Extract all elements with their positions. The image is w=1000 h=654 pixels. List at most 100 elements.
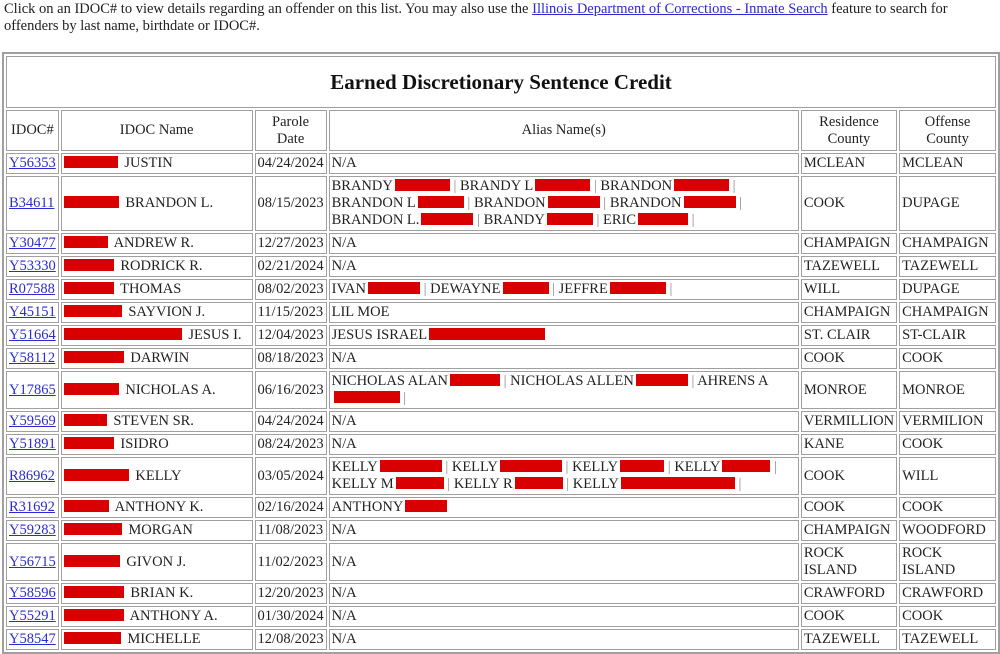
redaction-bar — [63, 609, 124, 621]
idoc-link[interactable]: Y58596 — [9, 585, 56, 601]
redaction-bar — [63, 156, 118, 168]
offender-name: KELLY — [135, 467, 182, 484]
redaction-bar — [683, 196, 736, 208]
alias-name: BRANDON L. — [331, 212, 420, 228]
alias-cell: NICHOLAS ALAN | NICHOLAS ALLEN | AHRENS … — [328, 371, 799, 409]
idoc-cell: Y53330 — [6, 256, 59, 277]
alias-value: N/A — [331, 436, 357, 452]
alias-separator: | — [691, 373, 695, 389]
offense-county: COOK — [899, 434, 996, 455]
redaction-bar — [502, 282, 549, 294]
idoc-link[interactable]: B34611 — [9, 195, 54, 211]
idoc-link[interactable]: R31692 — [9, 499, 55, 515]
idoc-link[interactable]: Y56715 — [9, 554, 56, 570]
alias-name: NICHOLAS ALAN — [331, 373, 449, 389]
idoc-link[interactable]: Y51664 — [9, 327, 56, 343]
idoc-link[interactable]: R86962 — [9, 468, 55, 484]
alias-cell: N/A — [328, 520, 799, 541]
idoc-cell: B34611 — [6, 176, 59, 231]
idoc-link[interactable]: R07588 — [9, 281, 55, 297]
redaction-bar — [63, 554, 120, 567]
parole-date: 04/24/2024 — [254, 411, 327, 432]
parole-date: 06/16/2023 — [254, 371, 327, 409]
alias-value: N/A — [331, 585, 357, 601]
redaction-bar — [546, 213, 593, 225]
alias-cell: N/A — [328, 153, 799, 174]
inmate-search-link[interactable]: Illinois Department of Corrections - Inm… — [532, 1, 828, 17]
alias-cell: LIL MOE — [328, 302, 799, 323]
idoc-cell: Y59283 — [6, 520, 59, 541]
redaction-bar — [63, 259, 114, 271]
alias-separator: | — [403, 390, 407, 406]
table-row: Y59569 STEVEN SR. 04/24/2024 N/A VERMILLION… — [6, 411, 996, 432]
alias-separator: | — [738, 476, 742, 492]
redaction-bar — [514, 477, 563, 489]
idoc-link[interactable]: Y59283 — [9, 522, 56, 538]
idoc-link[interactable]: Y30477 — [9, 235, 56, 251]
parole-date: 01/30/2024 — [254, 606, 327, 627]
alias-separator: | — [565, 459, 569, 475]
alias-name: KELLY — [451, 459, 498, 475]
idoc-link[interactable]: Y51891 — [9, 436, 56, 452]
alias-separator: | — [667, 459, 671, 475]
residence-county: TAZEWELL — [800, 256, 898, 277]
table-row: Y51891 ISIDRO 08/24/2023 N/A KANE COOK — [6, 434, 996, 455]
offense-county: CRAWFORD — [899, 583, 996, 604]
offense-county: MCLEAN — [899, 153, 996, 174]
idoc-link[interactable]: Y59569 — [9, 413, 56, 429]
alias-name: BRANDY — [483, 212, 545, 228]
idoc-cell: Y17865 — [6, 371, 59, 409]
offender-name: MICHELLE — [127, 631, 201, 647]
alias-name: KELLY — [572, 476, 619, 492]
redaction-bar — [535, 179, 591, 191]
redaction-bar — [674, 179, 730, 191]
idoc-name-cell: ANTHONY A. — [60, 606, 253, 627]
idoc-name-cell: THOMAS — [60, 279, 253, 300]
parole-date: 08/02/2023 — [254, 279, 327, 300]
idoc-link[interactable]: Y17865 — [9, 382, 56, 398]
residence-county: COOK — [800, 176, 898, 231]
alias-name: DEWAYNE — [430, 281, 501, 297]
offender-name: ANTHONY A. — [129, 608, 218, 624]
table-row: Y17865 NICHOLAS A. 06/16/2023 NICHOLAS ALA… — [6, 371, 996, 409]
alias-value: N/A — [331, 522, 357, 538]
parole-date: 04/24/2024 — [254, 153, 327, 174]
parole-date: 02/16/2024 — [254, 497, 327, 518]
offender-name: ANTHONY K. — [114, 499, 204, 515]
redaction-bar — [63, 328, 182, 340]
idoc-name-cell: NICHOLAS A. — [60, 371, 253, 409]
header-idoc: IDOC# — [6, 110, 59, 151]
idoc-cell: R31692 — [6, 497, 59, 518]
idoc-link[interactable]: Y45151 — [9, 304, 56, 320]
offender-table: Earned Discretionary Sentence Credit IDO… — [3, 53, 999, 653]
redaction-bar — [421, 213, 474, 225]
redaction-bar — [63, 500, 109, 512]
alias-separator: | — [603, 195, 607, 211]
parole-date: 11/02/2023 — [254, 543, 327, 581]
idoc-link[interactable]: Y58547 — [9, 631, 56, 647]
residence-county: VERMILLION — [800, 411, 898, 432]
residence-county: COOK — [800, 457, 898, 495]
offense-county: DUPAGE — [899, 176, 996, 231]
redaction-bar — [609, 282, 666, 294]
offense-county: WILL — [899, 457, 996, 495]
residence-county: WILL — [800, 279, 898, 300]
alias-separator: | — [423, 281, 427, 297]
alias-value: N/A — [331, 235, 357, 251]
parole-date: 08/18/2023 — [254, 348, 327, 369]
table-row: B34611 BRANDON L. 08/15/2023 BRANDY | BRAN… — [6, 176, 996, 231]
idoc-name-cell: MORGAN — [60, 520, 253, 541]
alias-name: BRANDON L — [331, 195, 416, 211]
idoc-link[interactable]: Y58112 — [9, 350, 55, 366]
parole-date: 08/24/2023 — [254, 434, 327, 455]
idoc-name-cell: BRANDON L. — [60, 176, 253, 231]
table-row: Y53330 RODRICK R. 02/21/2024 N/A TAZEWELL TA… — [6, 256, 996, 277]
idoc-cell: Y30477 — [6, 233, 59, 254]
idoc-link[interactable]: Y56353 — [9, 155, 56, 171]
idoc-cell: Y45151 — [6, 302, 59, 323]
idoc-link[interactable]: Y53330 — [9, 258, 56, 274]
alias-name: KELLY R — [453, 476, 513, 492]
alias-value: N/A — [331, 258, 357, 274]
idoc-link[interactable]: Y55291 — [9, 608, 56, 624]
parole-date: 12/20/2023 — [254, 583, 327, 604]
